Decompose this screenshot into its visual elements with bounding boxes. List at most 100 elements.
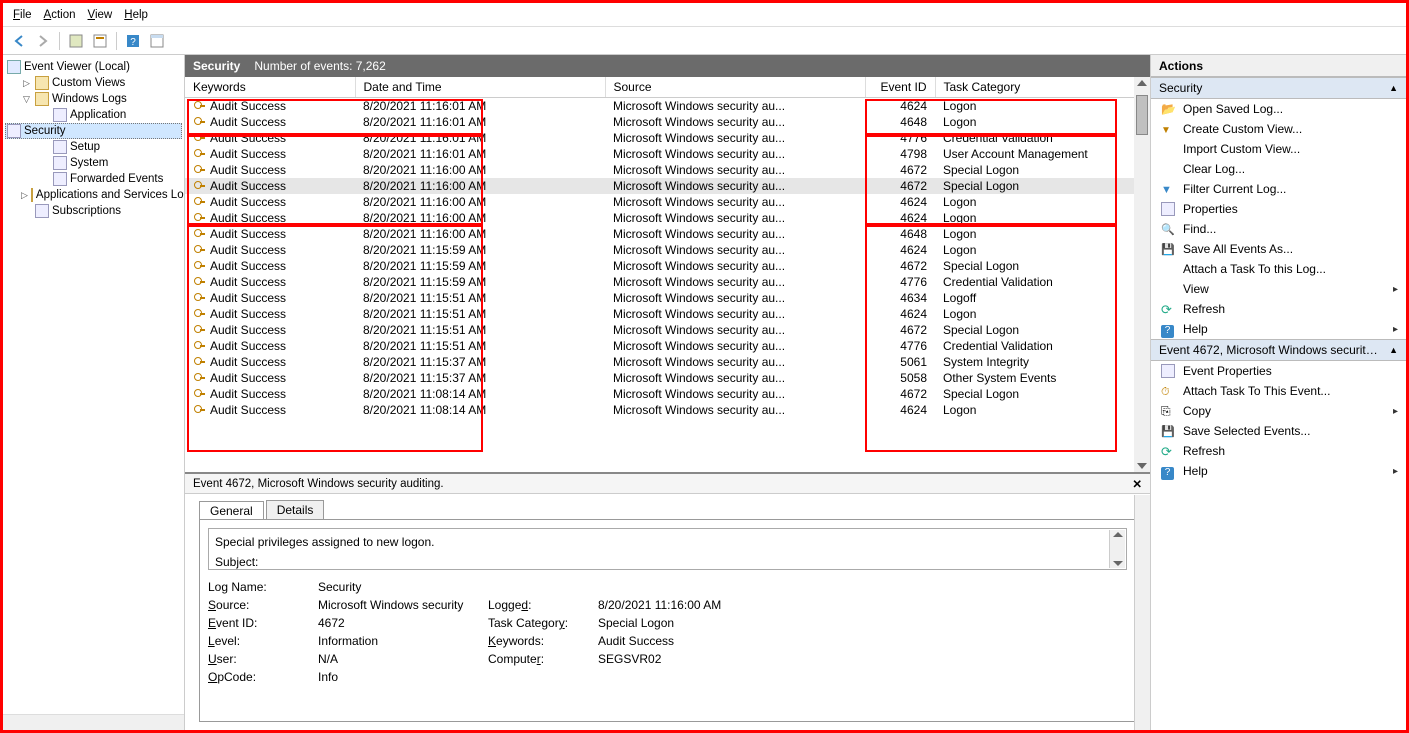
action-sec-item-7[interactable]: Save All Events As... [1151, 239, 1406, 259]
tree-custom-views[interactable]: ▷Custom Views [5, 75, 182, 91]
forward-button[interactable] [33, 31, 53, 51]
action-evt-item-0[interactable]: Event Properties [1151, 361, 1406, 381]
event-row[interactable]: Audit Success8/20/2021 11:16:01 AMMicros… [185, 146, 1150, 162]
event-list-vscroll[interactable] [1134, 77, 1150, 472]
action-label: Filter Current Log... [1183, 182, 1286, 196]
event-row[interactable]: Audit Success8/20/2021 11:15:51 AMMicros… [185, 306, 1150, 322]
actions-section-event[interactable]: Event 4672, Microsoft Windows security a… [1151, 339, 1406, 361]
key-icon [193, 228, 206, 241]
event-row[interactable]: Audit Success8/20/2021 11:15:59 AMMicros… [185, 242, 1150, 258]
event-row[interactable]: Audit Success8/20/2021 11:16:01 AMMicros… [185, 98, 1150, 115]
action-evt-item-5[interactable]: Help [1151, 461, 1406, 481]
event-row[interactable]: Audit Success8/20/2021 11:16:01 AMMicros… [185, 114, 1150, 130]
help-button[interactable]: ? [123, 31, 143, 51]
col-eventid[interactable]: Event ID [865, 77, 935, 98]
folder-icon [35, 76, 49, 90]
cell-source: Microsoft Windows security au... [605, 194, 865, 210]
actions-title: Actions [1151, 55, 1406, 77]
detail-vscroll[interactable] [1134, 495, 1150, 730]
action-label: Refresh [1183, 302, 1225, 316]
action-sec-item-10[interactable]: Refresh [1151, 299, 1406, 319]
action-evt-item-3[interactable]: Save Selected Events... [1151, 421, 1406, 441]
cell-keywords: Audit Success [210, 307, 286, 321]
cell-datetime: 8/20/2021 11:15:37 AM [355, 370, 605, 386]
tree-log-system[interactable]: System [5, 155, 182, 171]
cell-keywords: Audit Success [210, 403, 286, 417]
action-label: Create Custom View... [1183, 122, 1302, 136]
action-evt-item-4[interactable]: Refresh [1151, 441, 1406, 461]
tree-log-setup[interactable]: Setup [5, 139, 182, 155]
actions-section-security[interactable]: Security▲ [1151, 77, 1406, 99]
collapse-icon[interactable]: ▲ [1389, 345, 1398, 355]
ai-filter-icon [1161, 182, 1175, 196]
action-evt-item-2[interactable]: Copy [1151, 401, 1406, 421]
event-row[interactable]: Audit Success8/20/2021 11:15:51 AMMicros… [185, 338, 1150, 354]
expand-icon[interactable]: ▷ [21, 78, 32, 89]
event-row[interactable]: Audit Success8/20/2021 11:16:01 AMMicros… [185, 130, 1150, 146]
action-sec-item-1[interactable]: Create Custom View... [1151, 119, 1406, 139]
preview-button[interactable] [147, 31, 167, 51]
event-row[interactable]: Audit Success8/20/2021 11:15:37 AMMicros… [185, 354, 1150, 370]
event-row[interactable]: Audit Success8/20/2021 11:15:51 AMMicros… [185, 290, 1150, 306]
action-sec-item-5[interactable]: Properties [1151, 199, 1406, 219]
event-row[interactable]: Audit Success8/20/2021 11:16:00 AMMicros… [185, 178, 1150, 194]
cell-datetime: 8/20/2021 11:15:51 AM [355, 322, 605, 338]
ai-copy-icon [1161, 404, 1175, 418]
event-row[interactable]: Audit Success8/20/2021 11:15:51 AMMicros… [185, 322, 1150, 338]
tree-log-application[interactable]: Application [5, 107, 182, 123]
tree-log-forwarded[interactable]: Forwarded Events [5, 171, 182, 187]
collapse-icon[interactable]: ▽ [21, 94, 32, 105]
menu-file[interactable]: File [13, 9, 32, 21]
col-source[interactable]: Source [605, 77, 865, 98]
action-evt-item-1[interactable]: Attach Task To This Event... [1151, 381, 1406, 401]
key-icon [193, 372, 206, 385]
tree-windows-logs[interactable]: ▽Windows Logs [5, 91, 182, 107]
cell-task: Logon [935, 402, 1150, 418]
tree-log-security[interactable]: Security [5, 123, 182, 139]
key-icon [193, 132, 206, 145]
tree-apps-services[interactable]: ▷Applications and Services Lo [5, 187, 182, 203]
menu-view[interactable]: View [88, 9, 113, 21]
blank-icon [1161, 142, 1175, 156]
event-row[interactable]: Audit Success8/20/2021 11:08:14 AMMicros… [185, 402, 1150, 418]
event-row[interactable]: Audit Success8/20/2021 11:16:00 AMMicros… [185, 226, 1150, 242]
collapse-icon[interactable]: ▲ [1389, 83, 1398, 93]
tab-general[interactable]: General [199, 501, 264, 520]
show-tree-button[interactable] [66, 31, 86, 51]
expand-icon[interactable]: ▷ [21, 190, 28, 201]
close-detail-button[interactable]: ✕ [1132, 477, 1142, 491]
desc-scroll[interactable] [1109, 530, 1125, 568]
action-sec-item-3[interactable]: Clear Log... [1151, 159, 1406, 179]
menu-action[interactable]: Action [44, 9, 76, 21]
event-row[interactable]: Audit Success8/20/2021 11:16:00 AMMicros… [185, 210, 1150, 226]
action-sec-item-0[interactable]: Open Saved Log... [1151, 99, 1406, 119]
event-row[interactable]: Audit Success8/20/2021 11:15:59 AMMicros… [185, 258, 1150, 274]
cell-keywords: Audit Success [210, 99, 286, 113]
menu-help[interactable]: Help [124, 9, 148, 21]
event-row[interactable]: Audit Success8/20/2021 11:15:37 AMMicros… [185, 370, 1150, 386]
tree-hscroll[interactable] [3, 714, 184, 730]
properties-button[interactable] [90, 31, 110, 51]
event-row[interactable]: Audit Success8/20/2021 11:16:00 AMMicros… [185, 162, 1150, 178]
action-sec-item-11[interactable]: Help [1151, 319, 1406, 339]
lbl-keywords: Keywords: [488, 634, 588, 648]
col-keywords[interactable]: Keywords [185, 77, 355, 98]
val-logname: Security [318, 580, 478, 594]
action-sec-item-2[interactable]: Import Custom View... [1151, 139, 1406, 159]
tab-details[interactable]: Details [266, 500, 325, 519]
tree-root[interactable]: Event Viewer (Local) [5, 59, 182, 75]
event-row[interactable]: Audit Success8/20/2021 11:15:59 AMMicros… [185, 274, 1150, 290]
val-level: Information [318, 634, 478, 648]
action-sec-item-9[interactable]: View [1151, 279, 1406, 299]
col-datetime[interactable]: Date and Time [355, 77, 605, 98]
action-sec-item-4[interactable]: Filter Current Log... [1151, 179, 1406, 199]
action-sec-item-8[interactable]: Attach a Task To this Log... [1151, 259, 1406, 279]
event-row[interactable]: Audit Success8/20/2021 11:08:14 AMMicros… [185, 386, 1150, 402]
cell-source: Microsoft Windows security au... [605, 146, 865, 162]
back-button[interactable] [9, 31, 29, 51]
tree-subscriptions[interactable]: Subscriptions [5, 203, 182, 219]
event-row[interactable]: Audit Success8/20/2021 11:16:00 AMMicros… [185, 194, 1150, 210]
event-list[interactable]: Keywords Date and Time Source Event ID T… [185, 77, 1150, 472]
col-task[interactable]: Task Category [935, 77, 1150, 98]
action-sec-item-6[interactable]: Find... [1151, 219, 1406, 239]
